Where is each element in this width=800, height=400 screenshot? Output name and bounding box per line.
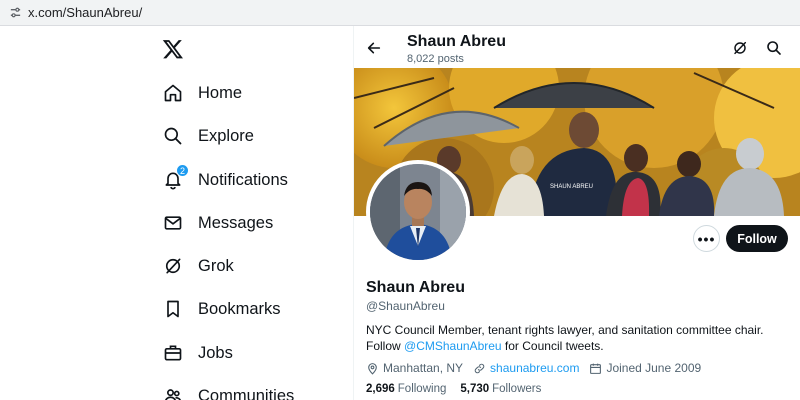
website-link[interactable]: shaunabreu.com (490, 361, 579, 375)
bell-icon: 2 (162, 164, 189, 191)
sidebar-item-label: Grok (198, 256, 234, 275)
followers-count: 5,730 (460, 383, 490, 395)
bio-text: for Council tweets. (501, 339, 604, 353)
sidebar-item-communities[interactable]: Communities (162, 378, 294, 400)
profile-name: Shaun Abreu (366, 279, 465, 296)
sidebar-item-label: Messages (198, 213, 274, 232)
sidebar-item-notifications[interactable]: 2 Notifications (162, 162, 288, 198)
sidebar-item-explore[interactable]: Explore (162, 118, 254, 154)
location-text: Manhattan, NY (383, 361, 464, 375)
bio-mention-link[interactable]: @CMShaunAbreu (404, 339, 502, 353)
grok-icon[interactable] (730, 38, 750, 58)
followers-label: Followers (492, 383, 542, 395)
sidebar-item-label: Explore (198, 126, 254, 145)
following-label: Following (397, 383, 447, 395)
sidebar-item-label: Jobs (198, 343, 233, 362)
location-item: Manhattan, NY (366, 361, 463, 375)
following-count: 2,696 (366, 383, 395, 395)
joined-text: Joined June 2009 (606, 361, 702, 375)
sidebar-item-home[interactable]: Home (162, 75, 242, 111)
website-item[interactable]: shaunabreu.com (473, 361, 579, 375)
header-post-count: 8,022 posts (407, 53, 464, 65)
profile-column: Shaun Abreu 8,022 posts SHAUN ABREU ••• … (353, 26, 800, 400)
site-info-icon[interactable] (8, 6, 22, 20)
sidebar-item-label: Communities (198, 386, 295, 400)
home-icon (162, 82, 184, 104)
grok-icon (162, 255, 184, 277)
browser-address-bar[interactable]: x.com/ShaunAbreu/ (0, 0, 800, 26)
notification-badge: 2 (176, 164, 189, 177)
url-text[interactable]: x.com/ShaunAbreu/ (28, 5, 142, 20)
follow-button[interactable]: Follow (726, 225, 788, 252)
calendar-icon (590, 363, 602, 374)
sidebar-item-messages[interactable]: Messages (162, 205, 273, 241)
more-options-button[interactable]: ••• (693, 225, 720, 252)
sidebar-item-grok[interactable]: Grok (162, 248, 234, 284)
search-icon[interactable] (764, 38, 784, 58)
sidebar-item-label: Home (198, 83, 243, 102)
briefcase-icon (162, 342, 184, 364)
sidebar-item-bookmarks[interactable]: Bookmarks (162, 291, 281, 327)
header-name: Shaun Abreu (407, 33, 506, 50)
people-icon (162, 385, 184, 400)
sidebar-item-label: Notifications (198, 170, 288, 189)
location-pin-icon (368, 362, 377, 375)
profile-avatar[interactable] (366, 160, 470, 264)
joined-item: Joined June 2009 (589, 361, 701, 375)
followers-link[interactable]: 5,730 Followers (460, 383, 541, 395)
svg-text:SHAUN ABREU: SHAUN ABREU (550, 184, 593, 190)
link-icon (474, 363, 485, 373)
x-logo-icon[interactable] (162, 38, 186, 62)
profile-handle: @ShaunAbreu (366, 299, 445, 313)
bookmark-icon (162, 298, 184, 320)
sidebar-item-label: Bookmarks (198, 299, 281, 318)
following-link[interactable]: 2,696 Following (366, 383, 446, 395)
search-icon (162, 125, 184, 147)
back-arrow-icon[interactable] (364, 38, 384, 58)
profile-header: Shaun Abreu 8,022 posts (354, 26, 800, 68)
profile-meta: Manhattan, NY shaunabreu.com Joined June… (366, 360, 711, 376)
profile-bio: NYC Council Member, tenant rights lawyer… (366, 322, 794, 354)
envelope-icon (162, 212, 184, 234)
sidebar-item-jobs[interactable]: Jobs (162, 335, 233, 371)
profile-stats: 2,696 Following 5,730 Followers (366, 383, 555, 395)
sidebar: Home Explore 2 Notifications Messages Gr… (150, 26, 353, 400)
